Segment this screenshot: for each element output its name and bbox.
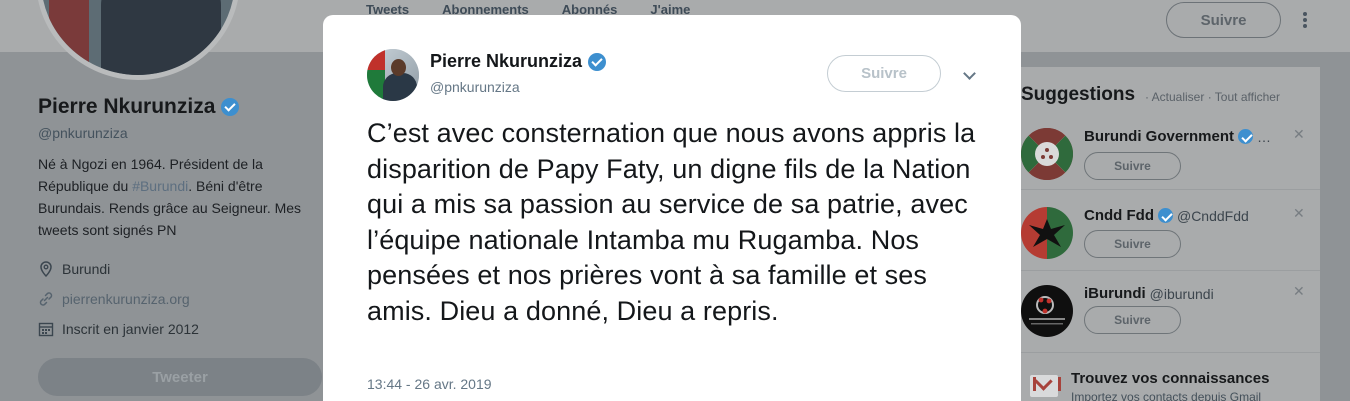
suggestions-title: Suggestions xyxy=(1021,84,1136,105)
cndd-fdd-avatar xyxy=(1021,207,1073,259)
suggestion-name[interactable]: Cndd Fdd @CnddFdd xyxy=(1084,207,1249,224)
find-contacts-subtitle: Importez vos contacts depuis Gmail xyxy=(1071,390,1262,401)
suggestion-follow-button[interactable]: Suivre xyxy=(1084,230,1181,258)
suggestion-name[interactable]: Burundi Government… xyxy=(1084,128,1271,145)
author-handle[interactable]: @pnkurunziza xyxy=(430,79,520,95)
tweet-timestamp[interactable]: 13:44 - 26 avr. 2019 xyxy=(367,376,492,392)
link-icon xyxy=(38,291,54,307)
verified-badge-icon xyxy=(1238,129,1254,144)
dismiss-icon[interactable]: ✕ xyxy=(1293,205,1305,222)
suggestion-follow-button[interactable]: Suivre xyxy=(1084,306,1181,334)
hashtag-link[interactable]: #Burundi xyxy=(132,178,188,194)
profile-location: Burundi xyxy=(38,261,110,277)
calendar-icon xyxy=(38,321,54,337)
profile-website[interactable]: pierrenkurunziza.org xyxy=(38,291,190,307)
verified-badge-icon xyxy=(1157,208,1173,223)
gmail-icon xyxy=(1030,375,1061,397)
dismiss-icon[interactable]: ✕ xyxy=(1293,126,1305,143)
divider xyxy=(1012,270,1320,271)
profile-handle: @pnkurunziza xyxy=(38,125,128,141)
iburundi-avatar xyxy=(1021,285,1073,337)
suggestions-actions[interactable]: · Actualiser · Tout afficher xyxy=(1145,90,1280,104)
find-contacts-title[interactable]: Trouvez vos connaissances xyxy=(1071,370,1269,387)
more-options-icon[interactable] xyxy=(1298,12,1312,30)
suggestion-name[interactable]: iBurundi @iburundi xyxy=(1084,285,1214,302)
profile-bio: Né à Ngozi en 1964. Président de la Répu… xyxy=(38,156,302,238)
burundi-seal-avatar xyxy=(1021,128,1073,180)
dismiss-icon[interactable]: ✕ xyxy=(1293,283,1305,300)
tweet-modal: Pierre Nkurunziza @pnkurunziza Suivre C’… xyxy=(323,15,1021,401)
location-pin-icon xyxy=(38,261,54,277)
divider xyxy=(1012,189,1320,190)
profile-card: Pierre Nkurunziza @pnkurunziza Né à Ngoz… xyxy=(38,95,328,241)
tweet-text: C’est avec consternation que nous avons … xyxy=(367,118,976,326)
author-name[interactable]: Pierre Nkurunziza xyxy=(430,51,607,72)
tweet-button[interactable]: Tweeter xyxy=(38,358,322,396)
follow-button[interactable]: Suivre xyxy=(827,55,941,92)
verified-badge-icon xyxy=(221,98,240,116)
divider xyxy=(1012,352,1320,353)
profile-avatar xyxy=(36,0,240,80)
author-avatar[interactable] xyxy=(367,49,419,101)
profile-follow-button[interactable]: Suivre xyxy=(1166,2,1281,38)
verified-badge-icon xyxy=(588,52,607,71)
suggestion-follow-button[interactable]: Suivre xyxy=(1084,152,1181,180)
profile-name: Pierre Nkurunziza xyxy=(38,95,328,119)
profile-joined: Inscrit en janvier 2012 xyxy=(38,321,199,337)
chevron-down-icon[interactable] xyxy=(963,69,975,81)
